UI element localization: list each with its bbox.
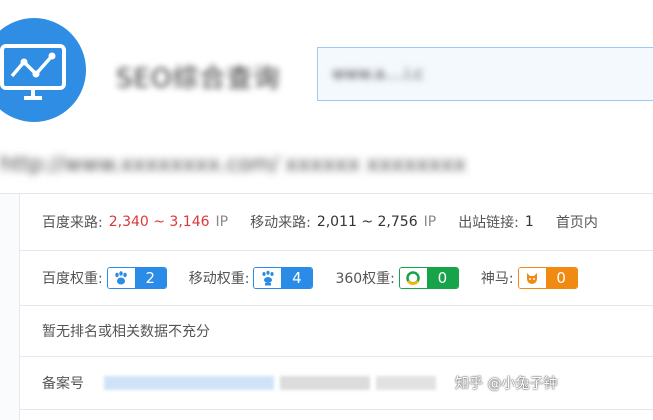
weights-row: 百度权重: 2 移动权重: 4 360权重: 0 神马: 0 (20, 251, 653, 306)
redacted-block (376, 376, 436, 390)
search-input-value: www.a....i.c (332, 64, 424, 83)
mobile-weight-badge[interactable]: 4 (253, 267, 314, 289)
mobile-traffic-unit: IP (423, 214, 437, 230)
paw-icon (107, 268, 135, 288)
beian-label: 备案号 (42, 376, 84, 392)
beian-row: 备案号 (20, 357, 653, 410)
ranking-note: 暂无排名或相关数据不充分 (42, 324, 210, 340)
baidu-weight-badge[interactable]: 2 (106, 267, 167, 289)
search-input[interactable]: www.a....i.c (317, 47, 653, 101)
beian-value-redacted[interactable] (104, 376, 274, 390)
outlinks-value[interactable]: 1 (525, 214, 534, 230)
traffic-row: 百度来路: 2,340 ~ 3,146 IP 移动来路: 2,011 ~ 2,7… (20, 194, 653, 251)
baidu-traffic-value[interactable]: 2,340 ~ 3,146 (109, 214, 210, 230)
mobile-weight-label: 移动权重: (188, 271, 250, 287)
mobile-paw-icon (254, 268, 282, 288)
watermark: 知乎 @小兔子钟 (455, 373, 557, 393)
site-url: http://www.xxxxxxxx.com/ xxxxxx xxxxxxxx (0, 152, 466, 176)
baidu-traffic-unit: IP (215, 214, 229, 230)
mobile-traffic-label: 移动来路: (250, 215, 311, 231)
table-left-column (0, 194, 20, 420)
homepage-label: 首页内 (555, 215, 598, 231)
watermark-text: 知乎 @小兔子钟 (455, 376, 558, 392)
360-ring-icon (399, 268, 427, 288)
shenma-icon (518, 268, 546, 288)
baidu-traffic-label: 百度来路: (42, 215, 103, 231)
360-weight-label: 360权重: (335, 271, 395, 287)
page-title: SEO综合查询 (116, 64, 281, 94)
mobile-traffic-value[interactable]: 2,011 ~ 2,756 (317, 214, 418, 230)
shenma-weight-badge[interactable]: 0 (517, 267, 578, 289)
mobile-weight-value: 4 (281, 268, 313, 288)
360-weight-value: 0 (426, 268, 458, 288)
shenma-weight-label: 神马: (480, 271, 514, 287)
redacted-block (280, 376, 370, 390)
shenma-weight-value: 0 (545, 268, 577, 288)
baidu-weight-label: 百度权重: (42, 271, 103, 287)
ranking-row: 暂无排名或相关数据不充分 (20, 306, 653, 357)
360-weight-badge[interactable]: 0 (398, 267, 459, 289)
outlinks-label: 出站链接: (458, 215, 519, 231)
monitor-chart-icon (0, 44, 66, 100)
baidu-weight-value: 2 (134, 268, 166, 288)
